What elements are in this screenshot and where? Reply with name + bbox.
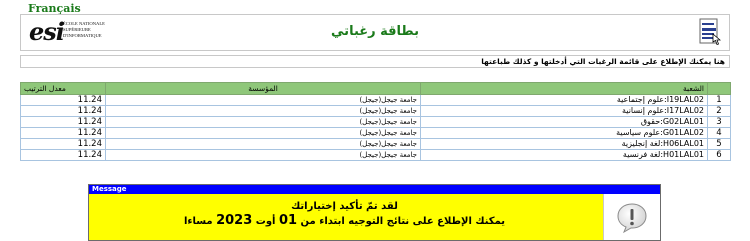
message-body: لقد تمّ تأكيد إختياراتك يمكنك الإطلاع عل… [89,194,600,240]
table-row: 11.24 جامعة جيجل(جيجل) G01LAL02:علوم سياسي… [20,127,731,139]
message-month: أوت [255,216,276,227]
column-header-index [707,82,731,95]
table-row: 11.24 جامعة جيجل(جيجل) G02LAL01:حقوق 3 [20,116,731,128]
cell-etablissement: جامعة جيجل(جيجل) [105,138,421,150]
table-body: 11.24 جامعة جيجل(جيجل) I19LAL02:علوم إجتما… [20,94,731,161]
message-icon-box [603,194,660,240]
table-row: 11.24 جامعة جيجل(جيجل) H06LAL01:لغة إنجليز… [20,138,731,150]
cell-filiere: G01LAL02:علوم سياسية [420,127,708,139]
cell-index: 3 [707,116,731,128]
info-text: هنا يمكنك الإطلاع على قائمة الرغبات التي… [20,55,730,68]
cell-filiere: H01LAL01:لغة فرنسية [420,149,708,161]
cell-moyenne: 11.24 [20,116,106,128]
cell-filiere: H06LAL01:لغة إنجليزية [420,138,708,150]
table-header-row: معدل الترتيب المؤسسة الشعبة [20,82,731,95]
cell-filiere: I17LAL02:علوم إنسانية [420,105,708,117]
message-line-2: يمكنك الإطلاع على نتائج التوجيه ابتداء م… [89,213,600,229]
speech-bubble-exclamation-icon [617,203,647,234]
column-header-moyenne: معدل الترتيب [20,82,106,95]
message-box: Message لقد تمّ تأكيد إختياراتك يمكنك ال… [88,184,661,241]
cell-index: 4 [707,127,731,139]
wishes-table: معدل الترتيب المؤسسة الشعبة 11.24 جامعة ج… [20,82,731,161]
message-line-2-post: مساءا [183,216,213,227]
document-print-icon[interactable] [699,18,721,46]
cell-filiere: I19LAL02:علوم إجتماعية [420,94,708,106]
cell-index: 6 [707,149,731,161]
cell-etablissement: جامعة جيجل(جيجل) [105,105,421,117]
page-header: esi ÉCOLE NATIONALE SUPÉRIEURE D'INFORMA… [20,14,730,51]
cell-index: 1 [707,94,731,106]
cell-etablissement: جامعة جيجل(جيجل) [105,116,421,128]
cell-etablissement: جامعة جيجل(جيجل) [105,149,421,161]
table-row: 11.24 جامعة جيجل(جيجل) H01LAL01:لغة فرنسية… [20,149,731,161]
message-year: 2023 [216,213,253,228]
message-line-1: لقد تمّ تأكيد إختياراتك [291,201,398,212]
column-header-filiere: الشعبة [420,82,708,95]
cell-moyenne: 11.24 [20,138,106,150]
cell-etablissement: جامعة جيجل(جيجل) [105,94,421,106]
table-row: 11.24 جامعة جيجل(جيجل) I19LAL02:علوم إجتما… [20,94,731,106]
table-row: 11.24 جامعة جيجل(جيجل) I17LAL02:علوم إنسان… [20,105,731,117]
message-line-2-pre: يمكنك الإطلاع على نتائج التوجيه ابتداء م… [300,216,506,227]
cell-etablissement: جامعة جيجل(جيجل) [105,127,421,139]
message-day: 01 [278,213,298,228]
cell-moyenne: 11.24 [20,127,106,139]
cell-moyenne: 11.24 [20,149,106,161]
cell-moyenne: 11.24 [20,105,106,117]
cell-moyenne: 11.24 [20,94,106,106]
cell-index: 2 [707,105,731,117]
message-header: Message [89,185,660,194]
cell-filiere: G02LAL01:حقوق [420,116,708,128]
cell-index: 5 [707,138,731,150]
column-header-etablissement: المؤسسة [105,82,421,95]
page-title: بطاقة رغباتي [331,24,419,39]
